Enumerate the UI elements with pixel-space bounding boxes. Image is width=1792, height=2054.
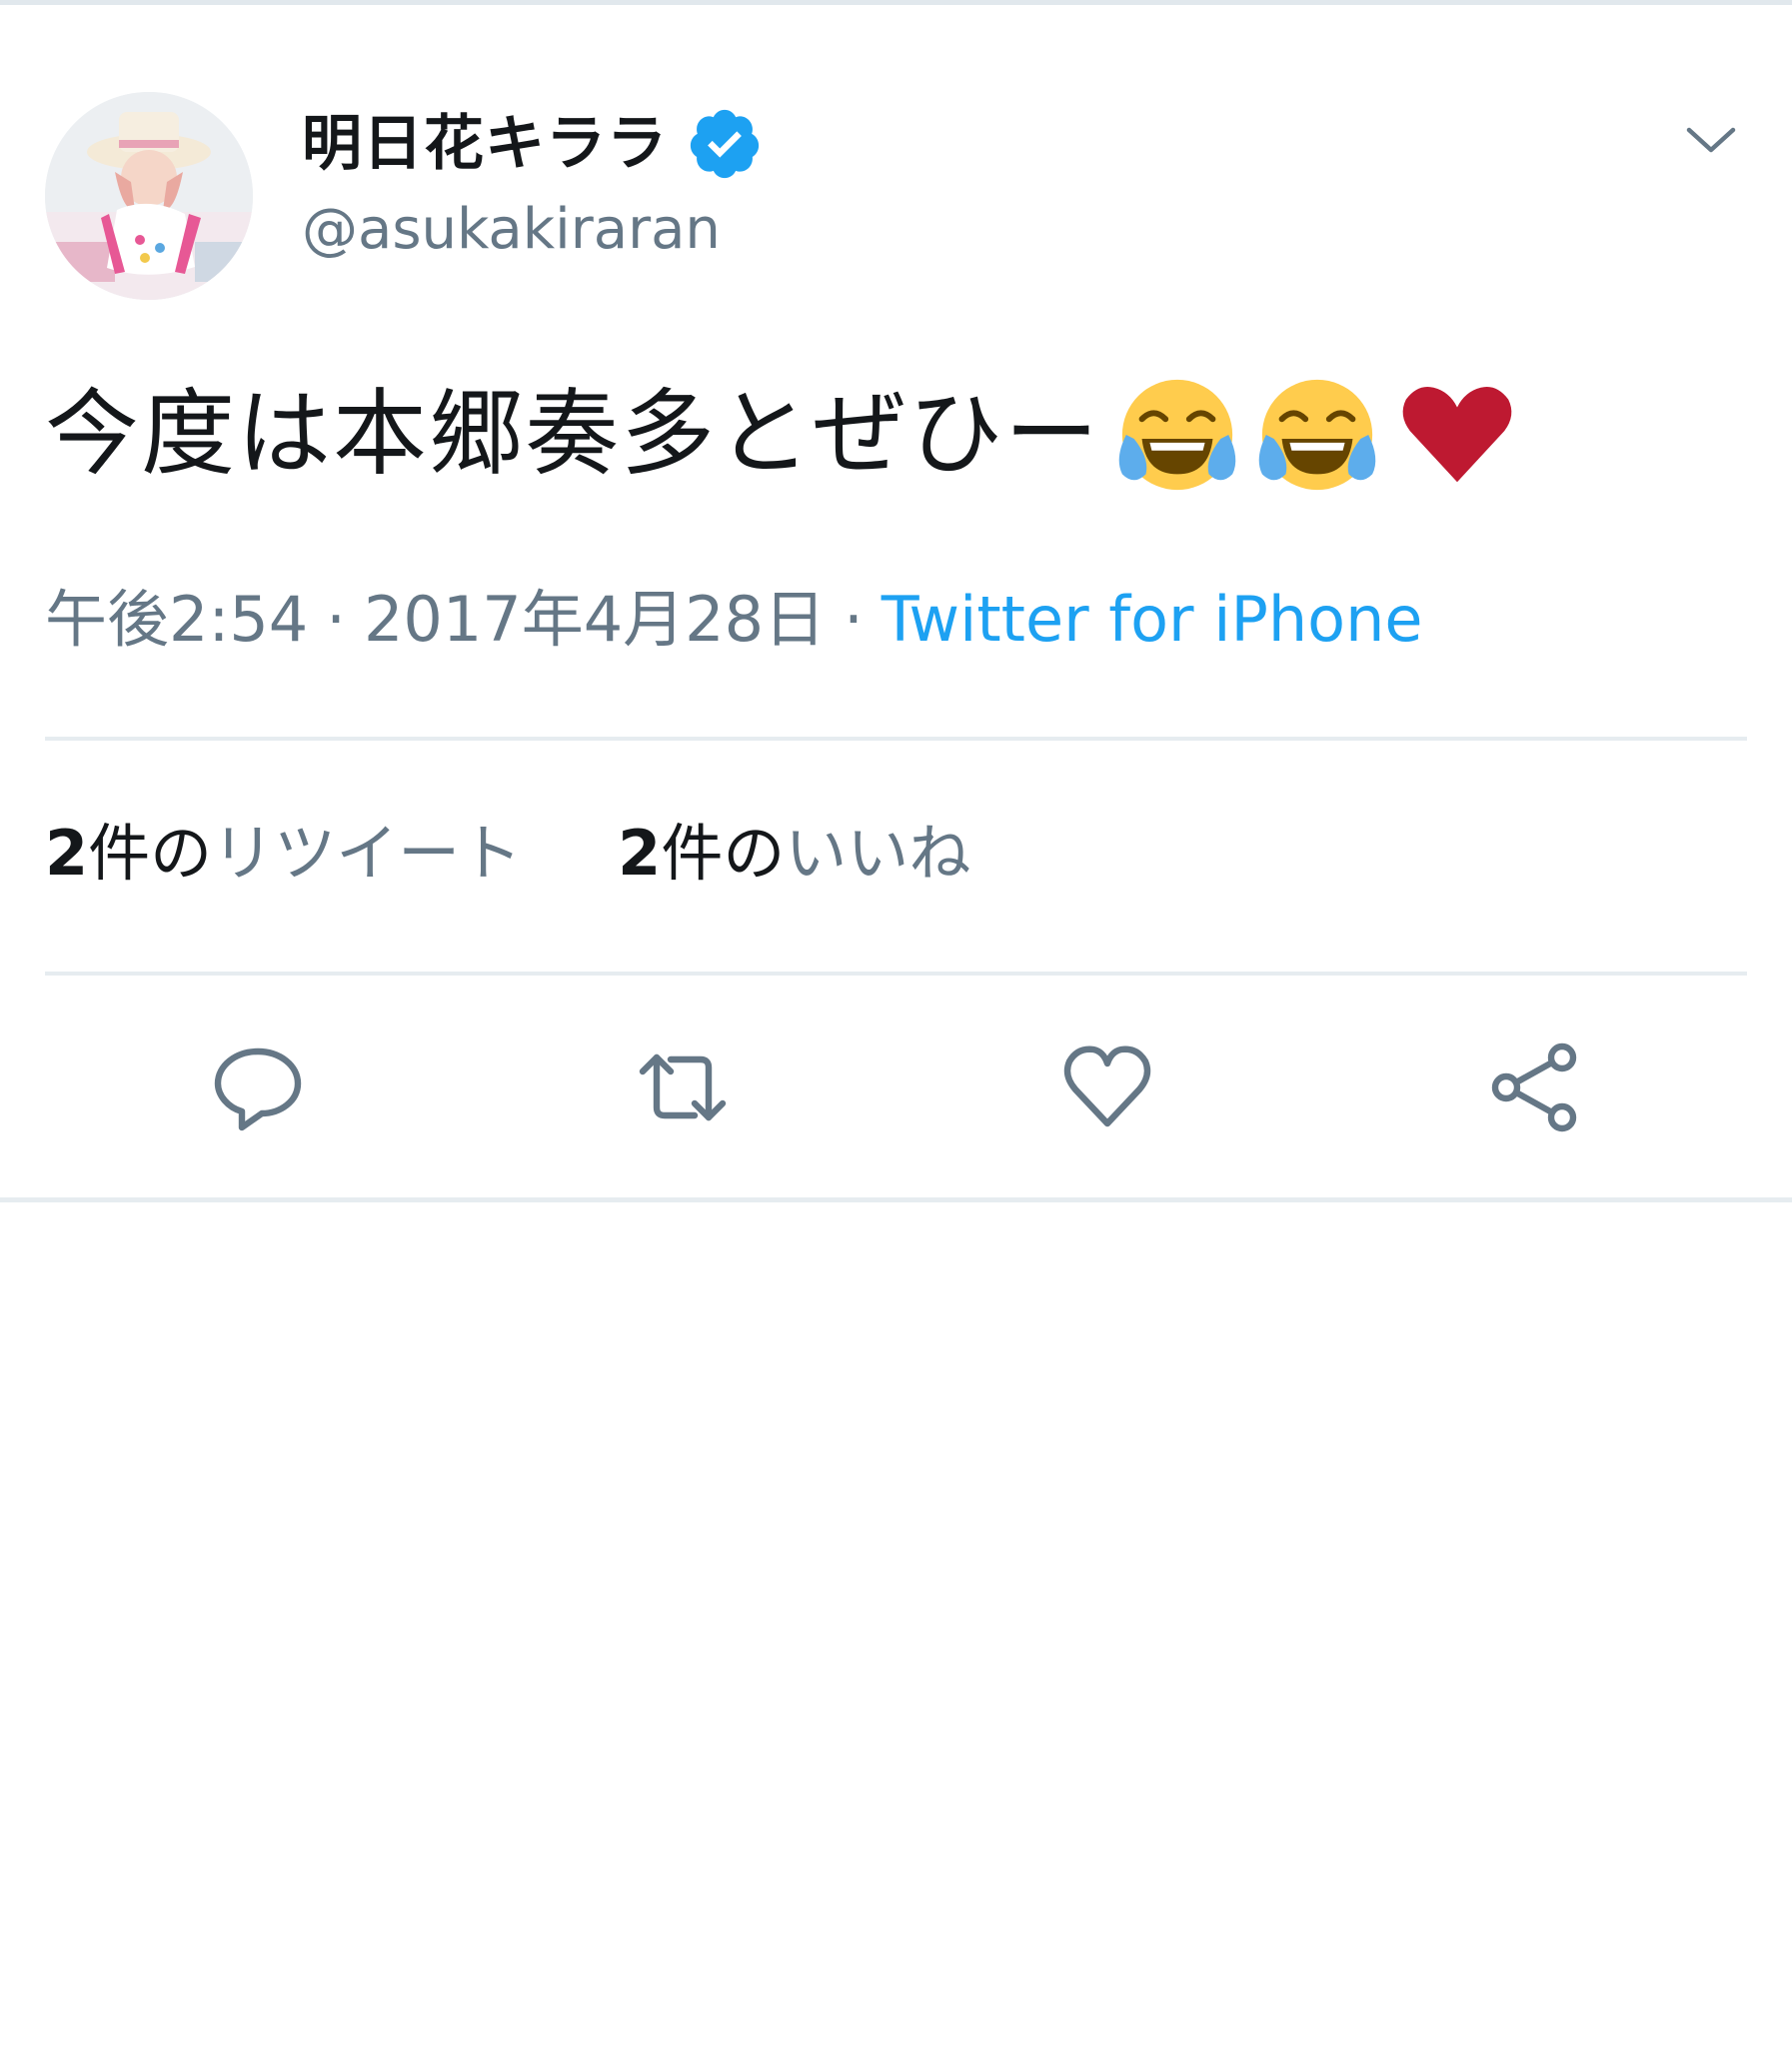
- like-icon[interactable]: [1059, 1039, 1155, 1135]
- share-icon[interactable]: [1486, 1039, 1582, 1135]
- like-stat[interactable]: 2件のいいね: [618, 823, 970, 885]
- face-with-tears-of-joy-icon: [1258, 379, 1376, 491]
- face-with-tears-of-joy-icon: [1118, 379, 1236, 491]
- meta-separator: ·: [844, 583, 864, 656]
- tweet-meta: 午後2:54 · 2017年4月28日 · Twitter for iPhone: [45, 580, 1423, 660]
- profile-photo-icon: [45, 92, 253, 300]
- retweet-stat[interactable]: 2件のリツイート: [45, 823, 522, 885]
- engagement-stats: 2件のリツイート 2件のいいね: [45, 812, 970, 896]
- tweet-text-body: 今度は本郷奏多とぜひー: [45, 380, 1101, 489]
- tweet-date[interactable]: 2017年4月28日: [364, 589, 826, 651]
- verified-badge-icon: [690, 109, 760, 179]
- top-divider: [0, 0, 1792, 5]
- avatar[interactable]: [45, 92, 253, 300]
- retweet-unit: 件の: [88, 817, 213, 890]
- retweet-count: 2: [45, 817, 89, 890]
- tweet-text: 今度は本郷奏多とぜひー: [45, 370, 1520, 500]
- red-heart-icon: [1402, 386, 1512, 483]
- divider: [45, 737, 1747, 741]
- user-handle[interactable]: @asukakiraran: [302, 202, 721, 258]
- display-name[interactable]: 明日花キララ: [302, 114, 668, 174]
- reply-icon[interactable]: [210, 1039, 306, 1135]
- meta-separator: ·: [326, 583, 346, 656]
- retweet-label: リツイート: [212, 817, 523, 890]
- retweet-icon[interactable]: [635, 1039, 731, 1135]
- like-count: 2: [618, 817, 662, 890]
- chevron-down-icon[interactable]: [1683, 122, 1739, 158]
- divider: [45, 972, 1747, 976]
- like-unit: 件の: [661, 817, 786, 890]
- tweet-source-link[interactable]: Twitter for iPhone: [882, 589, 1423, 651]
- tweet-time[interactable]: 午後2:54: [45, 589, 308, 651]
- author-header[interactable]: 明日花キララ: [302, 104, 764, 184]
- like-label: いいね: [785, 817, 971, 890]
- bottom-divider: [0, 1197, 1792, 1202]
